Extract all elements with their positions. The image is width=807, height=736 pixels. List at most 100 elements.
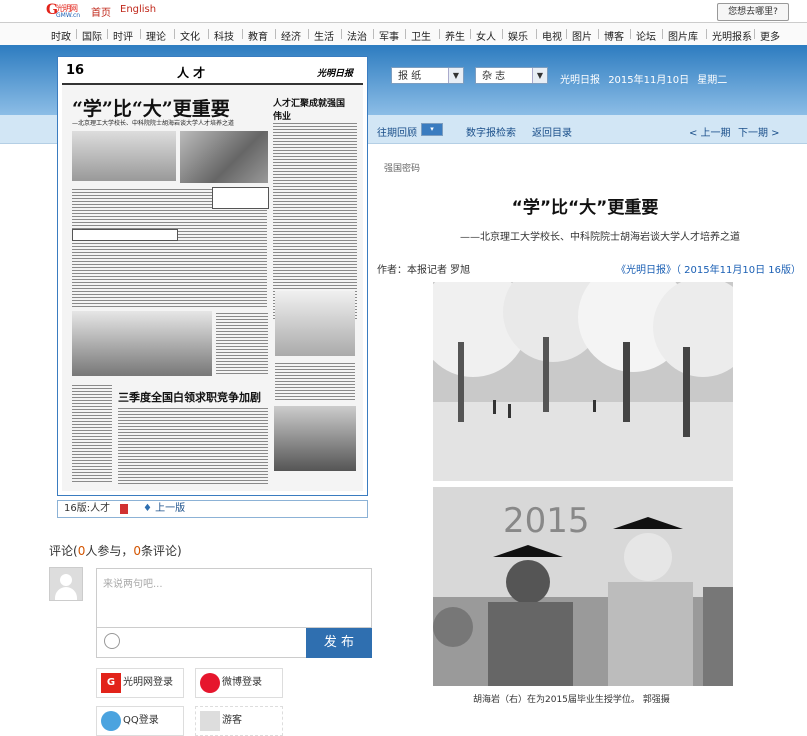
nav-item[interactable]: 经济 — [281, 28, 301, 43]
nav-item[interactable]: 电视 — [542, 28, 562, 43]
paper-text-column — [275, 361, 355, 401]
comment-input[interactable]: 来说两句吧... — [96, 568, 372, 628]
nav-divider — [630, 29, 631, 39]
gmw-logo-icon: G — [101, 673, 121, 693]
qq-login-label: QQ登录 — [123, 715, 159, 726]
weibo-login-button[interactable]: 微博登录 — [195, 668, 283, 698]
digital-search-link[interactable]: 数字报检索 — [466, 124, 516, 139]
comments-label: 条评论) — [140, 544, 182, 558]
paper-subheadline: —北京理工大学校长、中科院院士胡海岩谈大学人才培养之道 — [72, 120, 235, 127]
article-tag: 强国密码 — [384, 164, 421, 174]
smiley-icon[interactable] — [104, 633, 120, 649]
nav-item[interactable]: 图片库 — [668, 28, 698, 43]
next-issue-link[interactable]: 下一期 > — [738, 124, 780, 139]
nav-divider — [566, 29, 567, 39]
guest-button[interactable]: 游客 — [195, 706, 283, 736]
nav-item[interactable]: 更多 — [760, 28, 780, 43]
article-title: “学”比“大”更重要 — [511, 198, 659, 218]
nav-divider — [140, 29, 141, 39]
nav-item[interactable]: 军事 — [379, 28, 399, 43]
issue-weekday: 星期二 — [697, 75, 728, 86]
nav-item[interactable]: 养生 — [445, 28, 465, 43]
guest-avatar-icon — [200, 711, 220, 731]
where-to-button[interactable]: 您想去哪里? — [717, 3, 789, 21]
paper-text-column — [72, 383, 112, 483]
paper-text-column — [216, 311, 268, 376]
qq-icon — [101, 711, 121, 731]
newspaper-select-value: 报 纸 — [398, 71, 422, 82]
article-source[interactable]: 《光明日报》（ 2015年11月10日 16版） — [616, 261, 801, 276]
nav-item[interactable]: 时评 — [113, 28, 133, 43]
nav-item[interactable]: 理论 — [146, 28, 166, 43]
english-link[interactable]: English — [120, 4, 156, 15]
comments-label: 人参与， — [85, 544, 134, 558]
newspaper-preview[interactable]: 16 人 才 光明日报 “学”比“大”更重要 —北京理工大学校长、中科院院士胡海… — [57, 56, 368, 496]
guest-label: 游客 — [222, 715, 242, 726]
prev-page-link[interactable]: ♦ 上一版 — [143, 501, 185, 517]
nav-divider — [275, 29, 276, 39]
qq-login-button[interactable]: QQ登录 — [96, 706, 184, 736]
nav-divider — [208, 29, 209, 39]
pdf-icon[interactable] — [120, 504, 128, 514]
publish-button[interactable]: 发 布 — [306, 628, 372, 658]
article-photo-campus — [433, 282, 733, 481]
avatar-head — [60, 574, 72, 586]
gmw-login-button[interactable]: G 光明网登录 — [96, 668, 184, 698]
nav-divider — [107, 29, 108, 39]
article-author: 作者：本报记者 罗旭 — [377, 265, 471, 276]
magazine-select-value: 杂 志 — [482, 71, 506, 82]
newspaper-select[interactable]: 报 纸 ▼ — [391, 67, 464, 84]
nav-divider — [754, 29, 755, 39]
article-subtitle: ——北京理工大学校长、中科院院士胡海岩谈大学人才培养之道 — [460, 232, 740, 243]
nav-item[interactable]: 娱乐 — [508, 28, 528, 43]
avatar-body — [55, 587, 77, 600]
prev-issue-link[interactable]: < 上一期 — [689, 124, 731, 139]
nav-item[interactable]: 女人 — [476, 28, 496, 43]
nav-item[interactable]: 论坛 — [636, 28, 656, 43]
page-label[interactable]: 16版:人才 — [64, 501, 110, 517]
nav-divider — [341, 29, 342, 39]
paper-photo-building — [72, 311, 212, 376]
nav-item[interactable]: 国际 — [82, 28, 102, 43]
nav-item[interactable]: 光明报系 — [712, 28, 752, 43]
weibo-login-label: 微博登录 — [222, 677, 262, 688]
nav-divider — [242, 29, 243, 39]
nav-item[interactable]: 卫生 — [411, 28, 431, 43]
nav-item[interactable]: 法治 — [347, 28, 367, 43]
nav-divider — [439, 29, 440, 39]
nav-divider — [662, 29, 663, 39]
nav-divider — [174, 29, 175, 39]
top-bar: G 光明网 GMW.cn 首页 English 您想去哪里? — [0, 0, 807, 22]
paper-masthead: 16 人 才 光明日报 — [62, 61, 363, 85]
calendar-icon[interactable]: ▾ — [421, 123, 443, 136]
nav-divider — [76, 29, 77, 39]
paper-section: 人 才 — [177, 66, 206, 80]
nav-item[interactable]: 时政 — [51, 28, 71, 43]
chevron-down-icon: ▼ — [448, 68, 463, 83]
photo-caption: 胡海岩（右）在为2015届毕业生授学位。 郭强摄 — [473, 695, 670, 705]
issue-info: 光明日报 2015年11月10日 星期二 — [560, 71, 732, 86]
gmw-logo[interactable]: G 光明网 GMW.cn — [46, 2, 84, 19]
nav-item[interactable]: 生活 — [314, 28, 334, 43]
paper-text-column — [118, 406, 268, 484]
magazine-select[interactable]: 杂 志 ▼ — [475, 67, 548, 84]
campus-trees-graphic — [433, 282, 733, 481]
comments-header: 评论(0人参与，0条评论) — [49, 542, 182, 559]
gmw-login-label: 光明网登录 — [123, 677, 173, 688]
paper-illustration — [275, 291, 355, 356]
nav-item[interactable]: 教育 — [248, 28, 268, 43]
past-review-link[interactable]: 往期回顾 — [377, 124, 417, 139]
nav-item[interactable]: 图片 — [572, 28, 592, 43]
nav-item[interactable]: 科技 — [214, 28, 234, 43]
nav-item[interactable]: 文化 — [180, 28, 200, 43]
home-link[interactable]: 首页 — [91, 4, 111, 19]
chevron-down-icon: ▼ — [532, 68, 547, 83]
nav-divider — [373, 29, 374, 39]
diamond-icon: ♦ — [143, 503, 152, 514]
logo-sub: GMW.cn — [56, 12, 81, 19]
issue-date: 2015年11月10日 — [608, 75, 690, 86]
nav-divider — [405, 29, 406, 39]
nav-item[interactable]: 博客 — [604, 28, 624, 43]
nav-divider — [502, 29, 503, 39]
back-to-index-link[interactable]: 返回目录 — [532, 124, 572, 139]
